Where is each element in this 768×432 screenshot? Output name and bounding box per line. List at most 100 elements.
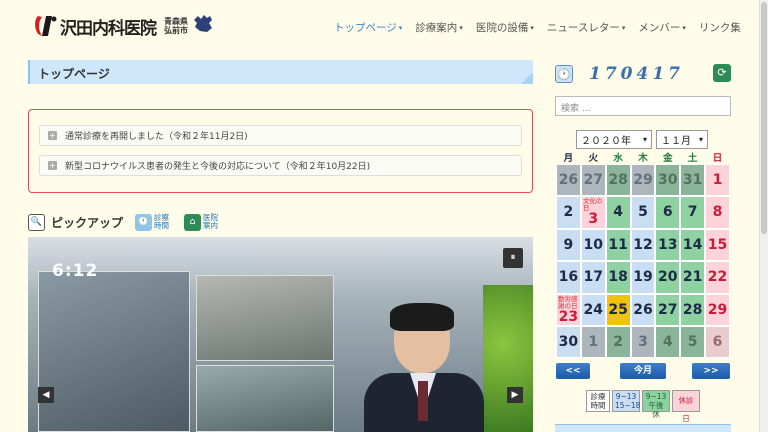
month-select-value: １１月	[661, 136, 691, 147]
weekday-label: 木	[638, 153, 648, 164]
page-scrollbar[interactable]	[759, 0, 768, 432]
year-select[interactable]: ２０２０年 ▾	[576, 130, 652, 149]
magnifier-icon: 🔍	[28, 213, 45, 231]
counter-refresh-icon[interactable]: ⟳	[713, 64, 731, 82]
next-month-button[interactable]: >>	[692, 363, 730, 379]
calendar-day[interactable]: 2	[605, 325, 631, 359]
calendar-day[interactable]: 31	[680, 164, 706, 197]
calendar-day[interactable]: 10	[580, 228, 606, 262]
calendar-day[interactable]: 26	[630, 293, 656, 326]
calendar-day[interactable]: 17	[580, 261, 606, 294]
calendar-day-number: 30	[558, 333, 579, 350]
calendar-day[interactable]: 12	[630, 228, 656, 262]
prev-month-button[interactable]: <<	[556, 363, 590, 379]
pickup-link-hours[interactable]: 🕐 診察時間	[135, 213, 174, 231]
nav-item[interactable]: メンバー ▾	[638, 20, 686, 35]
calendar-day[interactable]: 21	[680, 261, 706, 294]
legend-closed: 休診日	[672, 390, 700, 423]
nav-item[interactable]: ニュースレター ▾	[547, 20, 626, 35]
calendar-day[interactable]: 30	[655, 164, 681, 197]
calendar-day[interactable]: 8	[705, 196, 730, 229]
nav-item[interactable]: リンク集	[699, 20, 741, 35]
current-month-button[interactable]: 今月	[620, 363, 666, 379]
calendar-day[interactable]: 13	[655, 228, 681, 262]
anchor-hair	[390, 303, 454, 331]
calendar-day[interactable]: 20	[655, 261, 681, 294]
calendar-day[interactable]: 1	[580, 325, 606, 359]
calendar-day-number: 3	[638, 333, 648, 350]
calendar-day[interactable]: 7	[680, 196, 706, 229]
calendar-day[interactable]: 3	[630, 325, 656, 359]
video-scene-nurse	[196, 365, 334, 432]
slider-prev-icon[interactable]: ◀	[38, 387, 54, 403]
calendar-day[interactable]: 27	[580, 164, 606, 197]
calendar-day[interactable]: 18	[605, 261, 631, 294]
calendar-day-number: 12	[633, 236, 653, 253]
weekday-label: 月	[563, 153, 574, 164]
calendar-day[interactable]: 24	[580, 293, 606, 326]
news-item[interactable]: + 新型コロナウイルス患者の発生と今後の対応について（令和２年10月22日)	[39, 155, 522, 176]
calendar-day[interactable]: 11	[605, 228, 631, 262]
calendar-day[interactable]: 26	[556, 164, 581, 197]
news-item[interactable]: + 通常診療を再開しました（令和２年11月2日)	[39, 125, 522, 146]
calendar-day[interactable]: 14	[680, 228, 706, 262]
slider-next-icon[interactable]: ▶	[507, 387, 523, 403]
calendar-day[interactable]: 28	[680, 293, 706, 326]
calendar-day[interactable]: 29	[630, 164, 656, 197]
calendar-day[interactable]: 2	[556, 196, 581, 229]
calendar-grid: 26 27 28 29 30 31 1 2 文化の日 3 4 5 6 7 8 9 10 11 12 13 14 15 16 1…	[556, 164, 730, 359]
counter-clock-icon: 🕐	[555, 65, 573, 83]
nav-item-label: 医院の設備	[475, 22, 529, 34]
calendar-day[interactable]: 27	[655, 293, 681, 326]
month-select[interactable]: １１月 ▾	[656, 130, 708, 149]
expand-plus-icon[interactable]: +	[48, 131, 57, 140]
year-select-value: ２０２０年	[581, 136, 631, 147]
nav-item[interactable]: トップページ ▾	[334, 20, 402, 35]
hospital-icon: ⌂	[184, 213, 202, 231]
nav-item[interactable]: 診療案内 ▾	[415, 20, 463, 35]
calendar-day[interactable]: 9	[556, 228, 581, 262]
calendar-day[interactable]: 文化の日 3	[580, 196, 606, 229]
site-logo[interactable]: 沢田内科医院 青森県 弘前市	[32, 14, 214, 39]
weekday-label: 日	[712, 153, 723, 164]
scrollbar-thumb[interactable]	[761, 2, 767, 234]
calendar-day-number: 29	[633, 172, 653, 188]
calendar-day[interactable]: 1	[705, 164, 730, 197]
nav-item-label: ニュースレター	[546, 22, 620, 34]
nav-item-label: トップページ	[334, 22, 397, 34]
calendar-day[interactable]: 4	[655, 325, 681, 359]
calendar-day[interactable]: 5	[630, 196, 656, 229]
nav-item-label: 診療案内	[415, 22, 458, 34]
search-input[interactable]: 検索 ...	[555, 96, 731, 116]
expand-plus-icon[interactable]: +	[48, 161, 57, 170]
calendar-day[interactable]: 25	[605, 293, 631, 326]
calendar-day[interactable]: 30	[556, 325, 581, 359]
calendar-day-number: 10	[583, 236, 603, 253]
main-nav: トップページ ▾ 診療案内 ▾ 医院の設備 ▾ ニュースレター ▾ メンバー ▾ リンク集	[334, 20, 754, 35]
weekday-label: 水	[613, 153, 623, 164]
calendar-day[interactable]: 29	[705, 293, 730, 326]
calendar-day-number: 3	[588, 211, 599, 228]
pickup-video-slider[interactable]: 6:12 ⏸ ◀ ▶	[28, 237, 533, 432]
nav-item-label: メンバー	[638, 22, 681, 34]
calendar-day-number: 15	[707, 236, 728, 253]
calendar-day[interactable]: 5	[680, 325, 706, 359]
nav-item[interactable]: 医院の設備 ▾	[476, 20, 534, 35]
calendar-day[interactable]: 15	[705, 228, 730, 262]
pickup-link-guide[interactable]: ⌂ 医院案内	[184, 213, 223, 231]
news-item-text: 新型コロナウイルス患者の発生と今後の対応について（令和２年10月22日)	[65, 162, 371, 172]
caret-down-icon: ▾	[530, 24, 534, 32]
calendar-day[interactable]: 6	[705, 325, 730, 359]
calendar-day-number: 28	[608, 172, 628, 188]
calendar-day[interactable]: 16	[556, 261, 581, 294]
logo-location-city: 弘前市	[164, 26, 188, 35]
calendar-day[interactable]: 28	[605, 164, 631, 197]
logo-text: 沢田内科医院	[60, 18, 157, 39]
calendar-day[interactable]: 勤労感謝の日 23	[556, 293, 581, 326]
calendar-day[interactable]: 19	[630, 261, 656, 294]
calendar-weekday-header: 月火水木金土日	[556, 150, 730, 164]
calendar-day[interactable]: 6	[655, 196, 681, 229]
calendar-day[interactable]: 4	[605, 196, 631, 229]
pause-icon[interactable]: ⏸	[503, 248, 523, 268]
calendar-day[interactable]: 22	[705, 261, 730, 294]
